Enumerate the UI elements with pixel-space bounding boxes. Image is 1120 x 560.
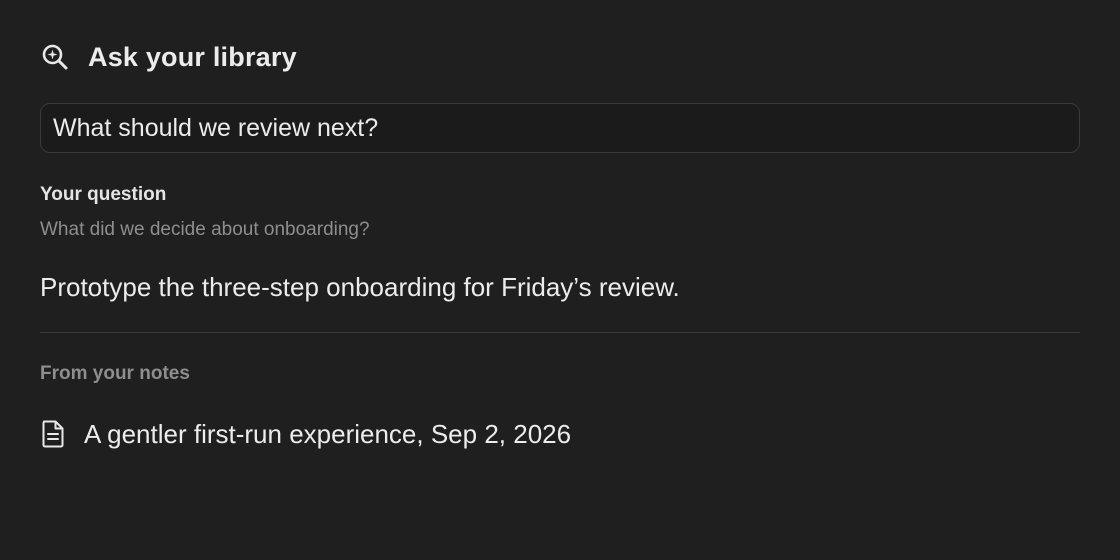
divider xyxy=(40,332,1080,333)
search-sparkle-icon xyxy=(40,42,70,72)
source-note-item[interactable]: A gentler first-run experience, Sep 2, 2… xyxy=(40,416,571,452)
page-title: Ask your library xyxy=(88,41,297,72)
panel-header: Ask your library xyxy=(40,38,297,76)
source-note-label: A gentler first-run experience, Sep 2, 2… xyxy=(84,418,572,449)
question-heading: Your question xyxy=(40,184,167,205)
sources-heading: From your notes xyxy=(40,363,190,384)
question-text: What did we decide about onboarding? xyxy=(40,219,370,240)
answer-text: Prototype the three-step onboarding for … xyxy=(40,272,680,302)
document-icon xyxy=(40,418,66,450)
ask-library-panel: Ask your library Your question What did … xyxy=(0,0,1120,560)
search-input[interactable] xyxy=(40,103,1080,153)
